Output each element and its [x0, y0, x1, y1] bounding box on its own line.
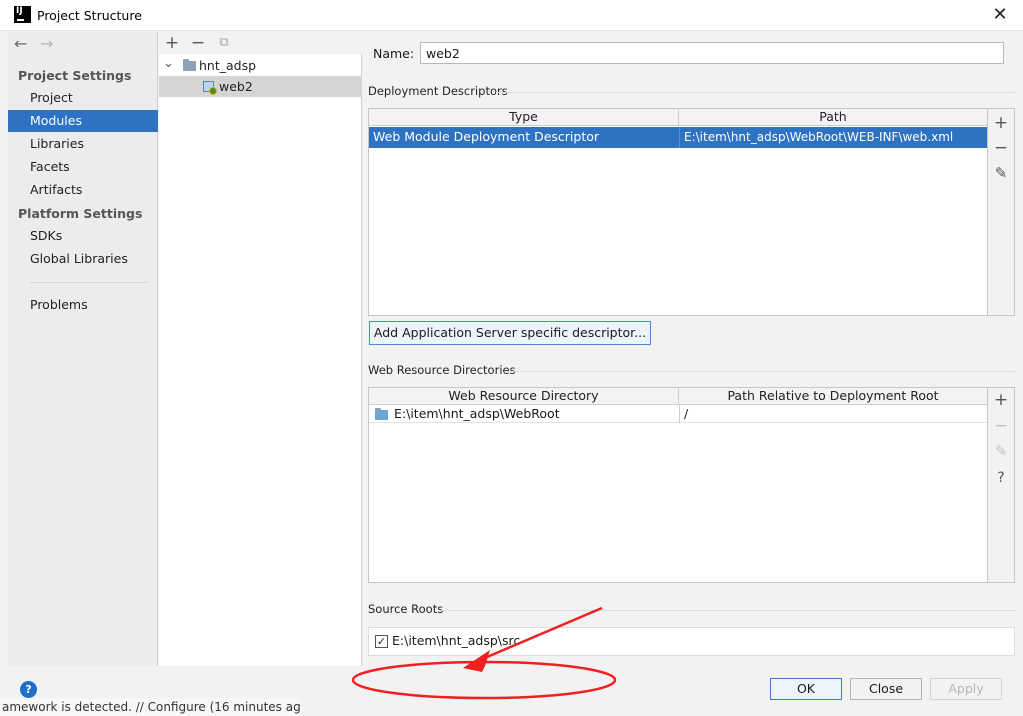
- sidebar-item-modules[interactable]: Modules: [8, 110, 158, 132]
- tree-node-label: hnt_adsp: [199, 58, 257, 73]
- forward-arrow-icon[interactable]: →: [40, 34, 53, 53]
- sidebar-item-artifacts[interactable]: Artifacts: [8, 179, 158, 201]
- tree-node-label: web2: [219, 79, 253, 94]
- close-window-icon[interactable]: ✕: [990, 5, 1010, 25]
- sidebar-item-sdks[interactable]: SDKs: [8, 225, 158, 247]
- help-icon[interactable]: ?: [20, 681, 37, 698]
- section-divider: [496, 92, 1015, 93]
- column-header-type[interactable]: Type: [369, 109, 679, 126]
- cell-type: Web Module Deployment Descriptor: [373, 129, 600, 144]
- section-divider: [441, 610, 1015, 611]
- deployment-tools: + − ✎: [988, 108, 1015, 316]
- web-resource-directories-title: Web Resource Directories: [368, 363, 516, 377]
- source-roots-title: Source Roots: [368, 602, 444, 616]
- deployment-descriptors-title: Deployment Descriptors: [368, 84, 508, 98]
- project-settings-header: Project Settings: [18, 68, 132, 83]
- table-header: Type Path: [369, 109, 987, 126]
- module-tree-panel: + − ⧉ ⌄ hnt_adsp web2: [159, 32, 362, 666]
- sidebar-item-global-libraries[interactable]: Global Libraries: [8, 248, 158, 270]
- sidebar-item-problems[interactable]: Problems: [8, 294, 158, 316]
- web-resource-directories-table: Web Resource Directory Path Relative to …: [368, 387, 988, 583]
- sidebar-item-libraries[interactable]: Libraries: [8, 133, 158, 155]
- add-web-resource-icon[interactable]: +: [988, 388, 1014, 412]
- name-input[interactable]: [420, 42, 1004, 64]
- sidebar-divider: [30, 282, 148, 283]
- edit-web-resource-icon[interactable]: ✎: [988, 439, 1014, 463]
- title-bar[interactable]: IJ Project Structure ✕: [0, 0, 1023, 31]
- source-root-checkbox[interactable]: ✓: [375, 635, 388, 648]
- settings-sidebar: ← → Project Settings Project Modules Lib…: [8, 32, 158, 666]
- table-row[interactable]: Web Module Deployment Descriptor E:\item…: [369, 127, 987, 148]
- expand-chevron-icon[interactable]: ⌄: [163, 53, 174, 74]
- edit-descriptor-icon[interactable]: ✎: [988, 161, 1014, 185]
- deployment-descriptors-table: Type Path Web Module Deployment Descript…: [368, 108, 988, 316]
- name-label: Name:: [373, 46, 415, 61]
- web-module-icon: [203, 81, 217, 95]
- intellij-logo-icon: IJ: [14, 6, 31, 23]
- tree-toolbar: + − ⧉: [159, 32, 362, 54]
- folder-icon: [183, 59, 196, 71]
- section-divider: [508, 371, 1015, 372]
- cell-directory: E:\item\hnt_adsp\WebRoot: [394, 406, 560, 421]
- add-module-icon[interactable]: +: [163, 33, 181, 53]
- column-header-path[interactable]: Path: [679, 109, 987, 126]
- source-root-path: E:\item\hnt_adsp\src: [392, 633, 521, 648]
- tree-node-web2[interactable]: web2: [159, 76, 362, 97]
- remove-descriptor-icon[interactable]: −: [988, 136, 1014, 160]
- apply-button[interactable]: Apply: [930, 678, 1002, 700]
- platform-settings-header: Platform Settings: [18, 206, 143, 221]
- help-web-resource-icon[interactable]: ?: [988, 466, 1014, 490]
- cell-relative-path: /: [684, 406, 689, 421]
- tree-node-hnt-adsp[interactable]: ⌄ hnt_adsp: [159, 55, 362, 76]
- logo-text: IJ: [16, 6, 23, 16]
- ok-button[interactable]: OK: [770, 678, 842, 700]
- close-button[interactable]: Close: [850, 678, 922, 700]
- sidebar-item-project[interactable]: Project: [8, 87, 158, 109]
- add-descriptor-icon[interactable]: +: [988, 111, 1014, 135]
- web-folder-icon: [375, 408, 388, 420]
- web-facet-settings: Name: Deployment Descriptors Type Path W…: [363, 32, 1023, 666]
- column-header-relative-path[interactable]: Path Relative to Deployment Root: [679, 388, 987, 405]
- remove-module-icon[interactable]: −: [189, 33, 207, 53]
- sidebar-item-facets[interactable]: Facets: [8, 156, 158, 178]
- cell-path: E:\item\hnt_adsp\WebRoot\WEB-INF\web.xml: [684, 130, 954, 144]
- web-resource-tools: + − ✎ ?: [988, 387, 1015, 583]
- back-arrow-icon[interactable]: ←: [14, 34, 27, 53]
- window-title: Project Structure: [37, 8, 142, 23]
- table-header: Web Resource Directory Path Relative to …: [369, 388, 987, 405]
- add-app-server-descriptor-button[interactable]: Add Application Server specific descript…: [369, 321, 651, 345]
- table-row[interactable]: E:\item\hnt_adsp\WebRoot /: [369, 405, 987, 423]
- background-status-text: amework is detected. // Configure (16 mi…: [0, 698, 300, 716]
- column-header-web-resource-directory[interactable]: Web Resource Directory: [369, 388, 679, 405]
- source-roots-list: ✓ E:\item\hnt_adsp\src: [368, 627, 1015, 656]
- copy-module-icon[interactable]: ⧉: [215, 33, 233, 53]
- project-structure-dialog: IJ Project Structure ✕ ← → Project Setti…: [0, 0, 1023, 716]
- remove-web-resource-icon[interactable]: −: [988, 414, 1014, 438]
